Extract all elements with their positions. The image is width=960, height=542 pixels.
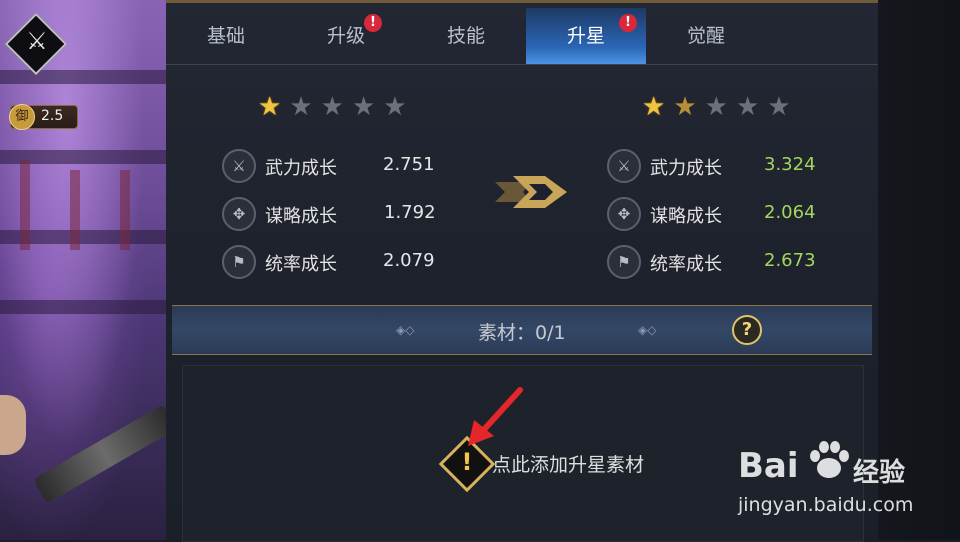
art-sword bbox=[33, 404, 166, 504]
tab-label: 技能 bbox=[446, 25, 485, 47]
flag-icon: ⚑ bbox=[222, 245, 256, 279]
next-stat-force: ⚔ 武力成长 3.324 bbox=[607, 149, 827, 185]
material-count: 素材：0/1 bbox=[478, 322, 566, 344]
stat-label: 武力成长 bbox=[265, 158, 337, 179]
star-filled-icon: ★ bbox=[258, 92, 282, 122]
star-empty-icon: ★ bbox=[383, 92, 407, 122]
tab-label: 觉醒 bbox=[686, 25, 725, 47]
watermark-logo: Bai bbox=[738, 446, 799, 486]
tab-bar: 基础 升级! 技能 升星! 觉醒 bbox=[166, 8, 878, 65]
star-empty-icon: ★ bbox=[320, 92, 344, 122]
diamond-ornament-icon: ◈◇ bbox=[396, 323, 415, 337]
strategy-icon: ✥ bbox=[607, 197, 641, 231]
strategy-icon: ✥ bbox=[222, 197, 256, 231]
annotation-arrow-icon bbox=[468, 387, 523, 446]
faction-mark-icon: ⚔ bbox=[26, 27, 48, 55]
star-new-icon: ★ bbox=[673, 92, 697, 122]
upgrade-arrow-icon bbox=[495, 176, 567, 208]
tab-label: 基础 bbox=[206, 25, 245, 47]
watermark-url: jingyan.baidu.com bbox=[738, 494, 914, 516]
star-empty-icon: ★ bbox=[704, 92, 728, 122]
stat-label: 统率成长 bbox=[650, 254, 722, 275]
tab-label: 升级 bbox=[326, 25, 365, 47]
stat-value: 2.079 bbox=[383, 250, 435, 271]
stat-value-upgraded: 2.673 bbox=[764, 250, 816, 271]
flag-icon: ⚑ bbox=[607, 245, 641, 279]
tab-basic[interactable]: 基础 bbox=[166, 8, 286, 64]
alert-badge-icon: ! bbox=[364, 14, 382, 32]
help-button[interactable]: ? bbox=[732, 315, 762, 345]
stat-label: 武力成长 bbox=[650, 158, 722, 179]
material-header: ◈◇ 素材：0/1 ◈◇ ? bbox=[172, 305, 872, 355]
panel-top-border bbox=[166, 0, 878, 3]
tab-awaken[interactable]: 觉醒 bbox=[646, 8, 766, 64]
defense-icon: 御 bbox=[9, 104, 35, 130]
tab-skills[interactable]: 技能 bbox=[406, 8, 526, 64]
current-stat-strategy: ✥ 谋略成长 1.792 bbox=[222, 197, 442, 233]
stat-value-upgraded: 3.324 bbox=[764, 154, 816, 175]
stat-value-upgraded: 2.064 bbox=[764, 202, 816, 223]
hero-level-value: 2.5 bbox=[41, 108, 64, 124]
hero-level-badge: 御 2.5 bbox=[9, 104, 78, 130]
art-hand bbox=[0, 395, 26, 455]
star-empty-icon: ★ bbox=[289, 92, 313, 122]
next-star-rating: ★ ★ ★ ★ ★ bbox=[642, 94, 791, 120]
star-empty-icon: ★ bbox=[735, 92, 760, 122]
current-stat-force: ⚔ 武力成长 2.751 bbox=[222, 149, 442, 185]
hero-portrait: ⚔ 御 2.5 bbox=[0, 0, 166, 540]
current-star-rating: ★ ★ ★ ★ ★ bbox=[258, 94, 407, 120]
baidu-paw-icon bbox=[810, 441, 849, 478]
alert-badge-icon: ! bbox=[619, 14, 637, 32]
next-stat-strategy: ✥ 谋略成长 2.064 bbox=[607, 197, 827, 233]
stat-label: 统率成长 bbox=[265, 254, 337, 275]
stat-label: 谋略成长 bbox=[265, 206, 337, 227]
art-pillar bbox=[70, 170, 80, 250]
sword-icon: ⚔ bbox=[222, 149, 256, 183]
tab-upgrade[interactable]: 升级! bbox=[286, 8, 406, 64]
star-empty-icon: ★ bbox=[351, 92, 376, 122]
art-pillar bbox=[20, 160, 30, 250]
stat-label: 谋略成长 bbox=[650, 206, 722, 227]
current-stat-command: ⚑ 统率成长 2.079 bbox=[222, 245, 442, 281]
star-filled-icon: ★ bbox=[642, 92, 666, 122]
star-empty-icon: ★ bbox=[767, 92, 791, 122]
add-material-hint[interactable]: 点此添加升星素材 bbox=[492, 450, 644, 477]
sword-icon: ⚔ bbox=[607, 149, 641, 183]
art-roof bbox=[0, 70, 166, 84]
art-roof bbox=[0, 300, 166, 314]
tab-label: 升星 bbox=[566, 25, 605, 47]
art-pillar bbox=[120, 170, 130, 250]
diamond-ornament-icon: ◈◇ bbox=[638, 323, 657, 337]
tab-star-up[interactable]: 升星! bbox=[526, 8, 646, 64]
stat-value: 2.751 bbox=[383, 154, 435, 175]
watermark-brand: 经验 bbox=[853, 458, 906, 488]
next-stat-command: ⚑ 统率成长 2.673 bbox=[607, 245, 827, 281]
stat-value: 1.792 bbox=[384, 202, 436, 223]
